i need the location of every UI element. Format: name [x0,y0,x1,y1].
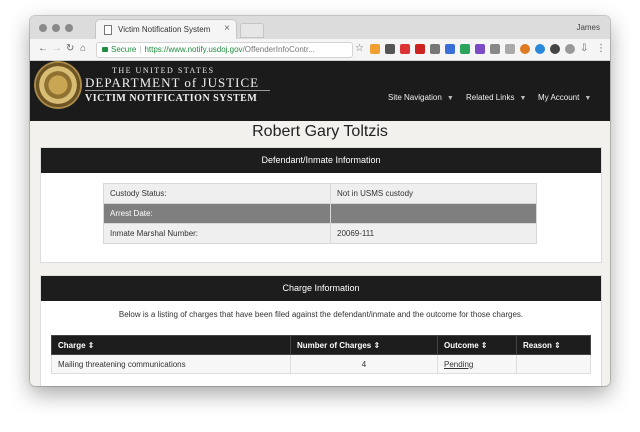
page-favicon-icon [104,25,112,35]
nav-site-navigation[interactable]: Site Navigation ▼ [388,93,454,102]
outcome-link[interactable]: Pending [444,360,473,369]
marshal-number-label: Inmate Marshal Number: [103,223,331,244]
table-row: Custody Status: Not in USMS custody [103,183,537,204]
extension-icon[interactable] [370,44,380,54]
number-of-charges-column-header[interactable]: Number of Charges ⇕ [290,335,438,355]
extension-icon[interactable] [490,44,500,54]
reason-column-header[interactable]: Reason ⇕ [516,335,591,355]
chevron-down-icon: ▼ [446,95,454,102]
charge-table: Charge ⇕ Number of Charges ⇕ Outcome ⇕ R… [51,335,591,374]
extension-icon[interactable] [460,44,470,54]
minimize-window-dot[interactable] [52,24,60,32]
arrest-date-label: Arrest Date: [103,203,331,224]
extension-icon[interactable] [550,44,560,54]
extension-icon[interactable] [565,44,575,54]
charge-column-header[interactable]: Charge ⇕ [51,335,291,355]
table-row: Mailing threatening communications 4 Pen… [51,354,591,374]
close-window-dot[interactable] [39,24,47,32]
menu-icon[interactable]: ⋮ [596,43,606,55]
chevron-down-icon: ▼ [584,95,592,102]
forward-icon[interactable]: → [52,43,62,55]
download-icon[interactable]: ⇩ [580,43,588,55]
charge-description: Below is a listing of charges that have … [118,310,524,319]
chevron-down-icon: ▼ [519,95,527,102]
url-path: /OffenderInfoContr... [242,45,315,54]
extension-icon[interactable] [505,44,515,54]
site-name: VICTIM NOTIFICATION SYSTEM [85,93,258,104]
address-bar[interactable]: Secure | https://www.notify.usdoj.gov/Offe… [96,42,353,58]
doj-seal-logo[interactable] [36,63,80,107]
back-icon[interactable]: ← [38,43,48,55]
defendant-info-table: Custody Status: Not in USMS custody Arre… [103,183,537,244]
custody-status-value: Not in USMS custody [330,183,537,204]
lock-icon [102,47,108,52]
page-content: THE UNITED STATES DEPARTMENT of JUSTICE … [30,61,610,386]
reload-icon[interactable]: ↻ [66,43,74,55]
defendant-panel: Defendant/Inmate Information Custody Sta… [40,147,602,263]
extension-icon[interactable] [415,44,425,54]
doj-line1: THE UNITED STATES [112,66,215,75]
bookmark-star-icon[interactable]: ☆ [355,43,364,54]
new-tab-button[interactable] [240,23,264,38]
secure-label: Secure [111,45,137,54]
page-title: Robert Gary Toltzis [252,123,388,140]
site-header: THE UNITED STATES DEPARTMENT of JUSTICE … [30,61,610,121]
custody-status-label: Custody Status: [103,183,331,204]
reason-cell [516,354,591,374]
charge-count-cell: 4 [290,354,438,374]
nav-my-account[interactable]: My Account ▼ [538,93,591,102]
browser-tab[interactable]: Victim Notification System × [96,20,236,39]
defendant-panel-title: Defendant/Inmate Information [41,148,601,173]
outcome-column-header[interactable]: Outcome ⇕ [437,335,517,355]
tab-strip: Victim Notification System × James [30,16,610,39]
extension-icon[interactable] [475,44,485,54]
extension-icon[interactable] [430,44,440,54]
table-row: Arrest Date: [103,203,537,224]
browser-window: Victim Notification System × James ← → ↻… [30,16,610,386]
maximize-window-dot[interactable] [65,24,73,32]
tab-title: Victim Notification System [118,25,211,34]
browser-toolbar: ← → ↻ ⌂ Secure | https://www.notify.usdoj.… [30,39,610,61]
extension-icon[interactable] [400,44,410,54]
extension-icon[interactable] [520,44,530,54]
charge-panel: Charge Information Below is a listing of… [40,275,602,386]
table-header-row: Charge ⇕ Number of Charges ⇕ Outcome ⇕ R… [51,335,591,355]
nav-related-links[interactable]: Related Links ▼ [466,93,526,102]
charge-panel-title: Charge Information [41,276,601,301]
doj-line2: DEPARTMENT of JUSTICE [85,75,260,90]
url-host: https://www.notify.usdoj.gov [144,45,243,54]
home-icon[interactable]: ⌂ [80,43,86,55]
profile-name[interactable]: James [576,23,600,32]
close-tab-icon[interactable]: × [224,23,230,34]
extension-icon[interactable] [445,44,455,54]
outcome-cell: Pending [437,354,517,374]
arrest-date-value [330,203,537,224]
header-divider [85,90,270,91]
marshal-number-value: 20069-111 [330,223,537,244]
extension-icon[interactable] [535,44,545,54]
table-row: Inmate Marshal Number: 20069-111 [103,223,537,244]
charge-cell: Mailing threatening communications [51,354,291,374]
extension-icon[interactable] [385,44,395,54]
